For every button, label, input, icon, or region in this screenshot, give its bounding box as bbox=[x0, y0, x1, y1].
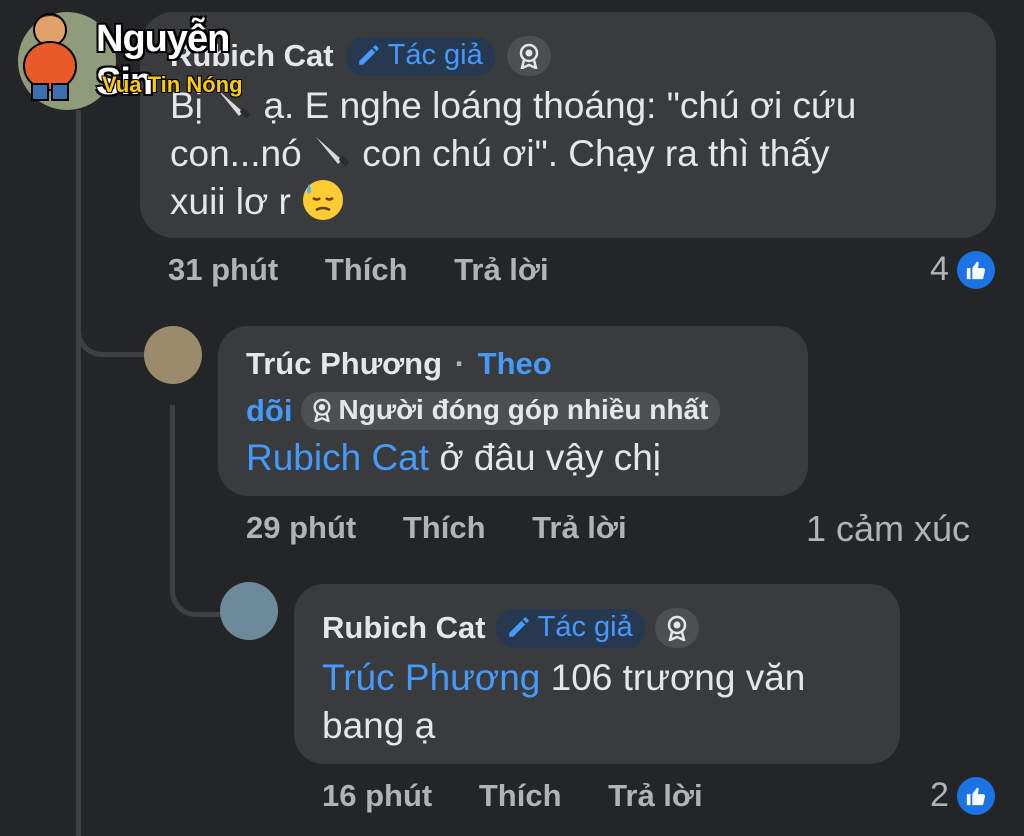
like-button[interactable]: Thích bbox=[403, 510, 486, 545]
reply-button[interactable]: Trả lời bbox=[532, 510, 626, 545]
comment-author[interactable]: Trúc Phương bbox=[246, 346, 442, 381]
follow-link[interactable]: Theo bbox=[478, 346, 552, 381]
pencil-icon bbox=[508, 617, 529, 637]
comment-text: ở đâu vậy chị bbox=[439, 437, 662, 478]
like-button[interactable]: Thích bbox=[325, 252, 408, 287]
mention-link[interactable]: Rubich Cat bbox=[246, 437, 429, 478]
avatar[interactable] bbox=[144, 326, 202, 384]
thumbs-up-icon bbox=[956, 776, 995, 815]
reaction-count[interactable]: 4 bbox=[930, 250, 995, 289]
follow-link[interactable]: dõi bbox=[246, 393, 293, 429]
comment-time[interactable]: 31 phút bbox=[168, 252, 278, 287]
reaction-count[interactable]: 1 cảm xúc bbox=[806, 508, 970, 550]
comment-author[interactable]: Rubich Cat bbox=[322, 610, 486, 646]
comment-text-line: Bị ạ. E nghe loáng thoáng: "chú ơi cứu bbox=[170, 85, 857, 126]
downcast-sweat-emoji bbox=[303, 180, 344, 220]
knife-emoji bbox=[315, 137, 349, 166]
comment-actions: 16 phút Thích Trả lời bbox=[322, 778, 741, 814]
comment-text: 106 trương văn bbox=[550, 657, 806, 698]
thread-line-reply bbox=[170, 405, 175, 585]
top-contributor-badge: Người đóng góp nhiều nhất bbox=[300, 392, 721, 430]
comment-bubble: Rubich Cat Tác giả Trúc Phương 106 trươn… bbox=[294, 584, 900, 764]
comment-time[interactable]: 16 phút bbox=[322, 778, 432, 813]
author-badge: Tác giả bbox=[345, 36, 495, 76]
thread-connector-2 bbox=[170, 560, 225, 617]
avatar[interactable] bbox=[220, 582, 278, 640]
comment-time[interactable]: 29 phút bbox=[246, 510, 356, 545]
pencil-icon bbox=[358, 45, 379, 65]
reaction-count[interactable]: 2 bbox=[930, 776, 995, 815]
comment-actions: 31 phút Thích Trả lời bbox=[168, 252, 587, 288]
comment-text-line: con...nó con chú ơi". Chạy ra thì thấy bbox=[170, 133, 830, 174]
reply-button[interactable]: Trả lời bbox=[608, 778, 702, 813]
thread-connector-1 bbox=[76, 300, 145, 357]
award-badge-icon bbox=[654, 608, 699, 648]
comment-text: bang ạ bbox=[322, 705, 436, 746]
watermark-logo: Nguyễn Sin Vua Tin Nóng bbox=[10, 8, 280, 108]
award-badge-icon bbox=[506, 36, 551, 76]
comment-bubble: Trúc Phương · Theo dõi Người đóng góp nh… bbox=[218, 326, 808, 496]
mascot-icon bbox=[23, 13, 77, 101]
reply-button[interactable]: Trả lời bbox=[454, 252, 548, 287]
thumbs-up-icon bbox=[956, 250, 995, 289]
author-badge: Tác giả bbox=[495, 608, 645, 648]
comment-text-line: xuii lơ r bbox=[170, 178, 990, 226]
like-button[interactable]: Thích bbox=[479, 778, 562, 813]
thread-line-main bbox=[76, 110, 81, 836]
mention-link[interactable]: Trúc Phương bbox=[322, 657, 540, 698]
watermark-subtitle: Vua Tin Nóng bbox=[102, 72, 243, 97]
award-badge-icon bbox=[313, 398, 330, 422]
comment-actions: 29 phút Thích Trả lời bbox=[246, 510, 665, 546]
